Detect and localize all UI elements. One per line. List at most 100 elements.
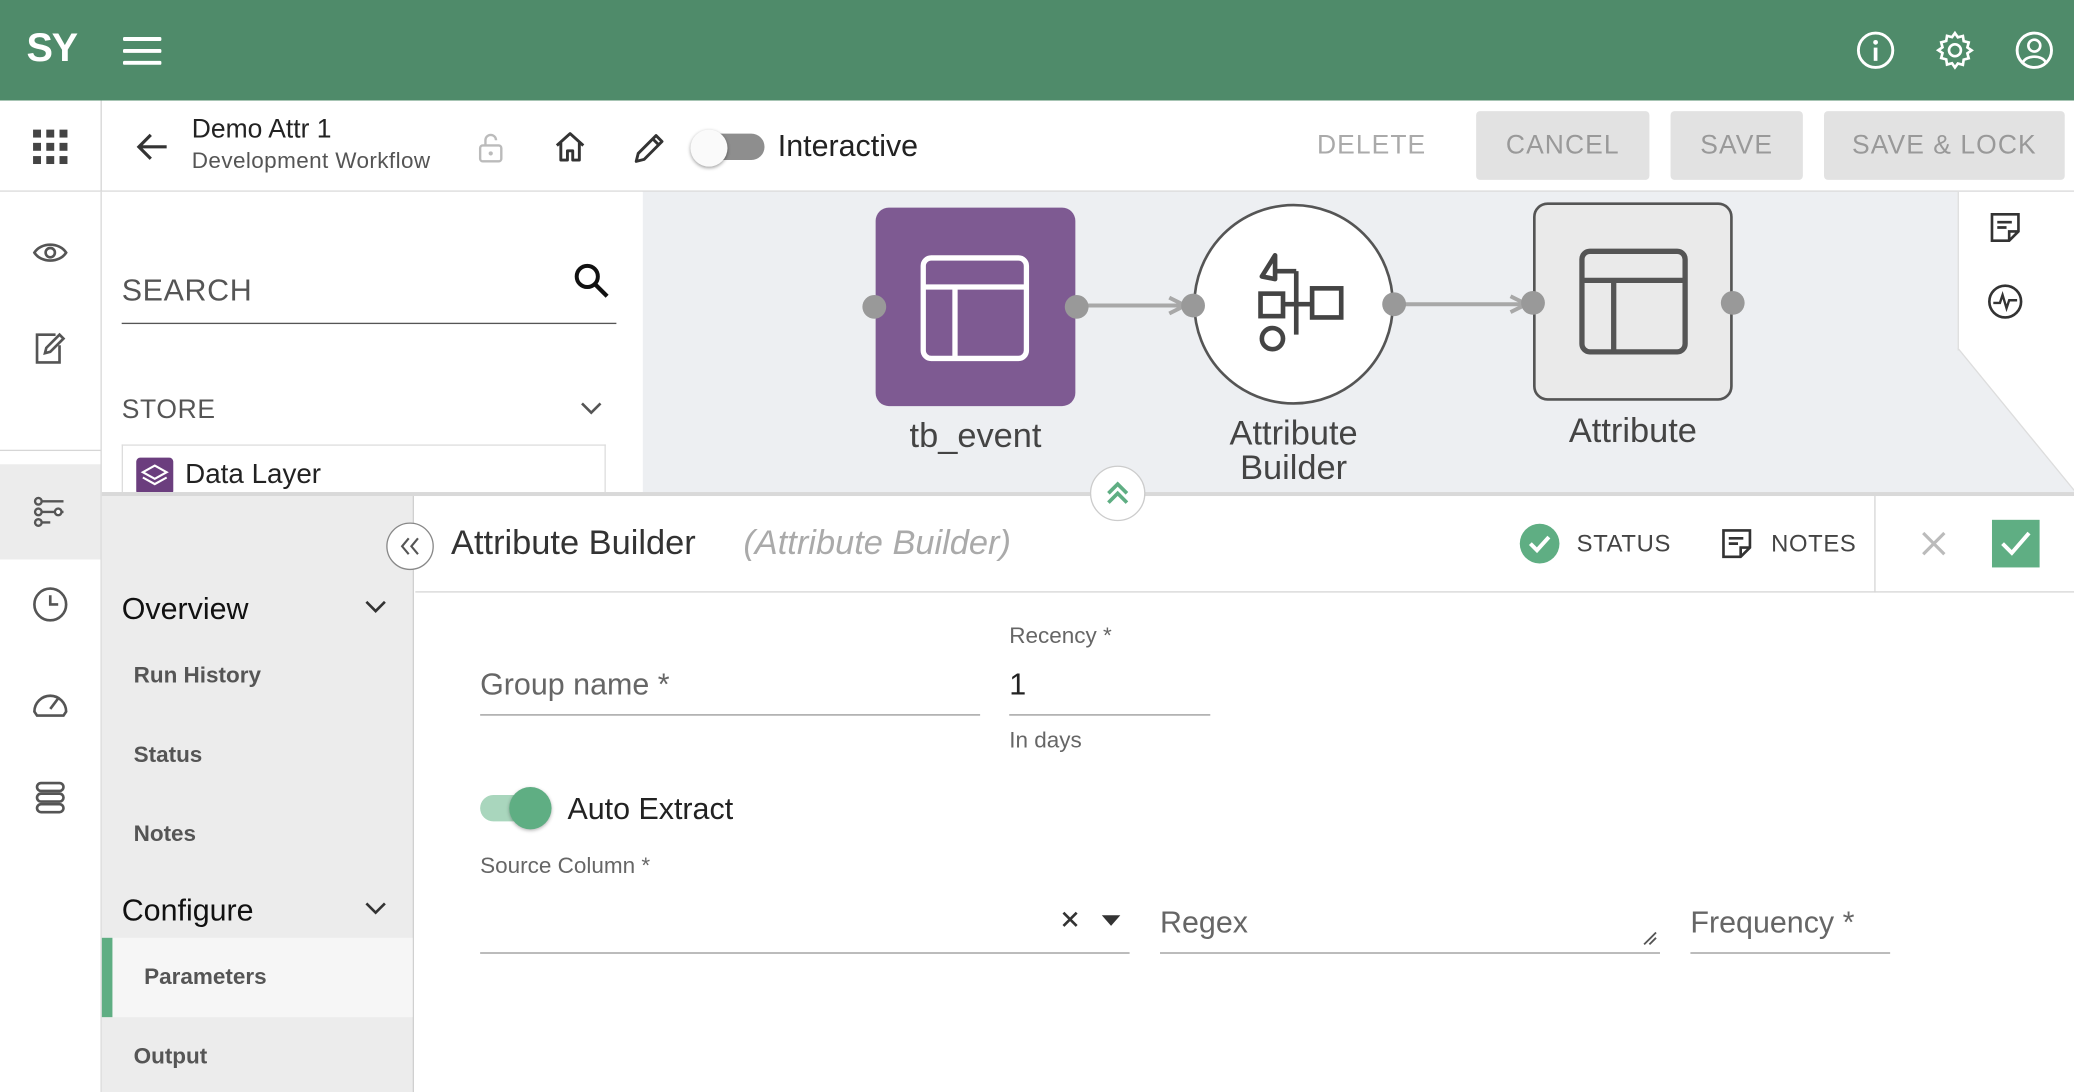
confirm-button[interactable] xyxy=(1991,519,2040,568)
status-label: STATUS xyxy=(1576,529,1672,557)
check-icon xyxy=(2001,531,2031,556)
nav-item-notes[interactable]: Notes xyxy=(102,795,413,874)
resize-handle-icon[interactable] xyxy=(1641,930,1657,946)
auto-extract-label: Auto Extract xyxy=(567,790,734,826)
rail-history-button[interactable] xyxy=(0,557,101,652)
hamburger-icon xyxy=(123,37,162,42)
source-column-select[interactable] xyxy=(480,888,1130,954)
hamburger-icon-line xyxy=(123,60,162,65)
app-logo[interactable]: SY xyxy=(26,26,78,71)
search-icon[interactable] xyxy=(571,261,611,301)
edge-connector xyxy=(1394,294,1531,314)
chevron-down-icon xyxy=(581,402,602,415)
panel-side-nav: Overview Run History Status Notes Config… xyxy=(101,496,415,1092)
rail-dashboard-button[interactable] xyxy=(0,655,101,750)
layers-icon xyxy=(136,457,174,493)
dropdown-arrow-icon[interactable] xyxy=(1100,914,1121,927)
clear-x-icon[interactable] xyxy=(1059,909,1080,930)
double-chevron-up-icon xyxy=(1107,481,1129,504)
collapse-panel-up-button[interactable] xyxy=(1089,465,1146,522)
auto-extract-toggle[interactable] xyxy=(480,787,554,830)
speedometer-icon xyxy=(33,694,68,717)
regex-input[interactable] xyxy=(1160,900,1660,954)
palette-item-data-layer[interactable]: Data Layer xyxy=(121,444,606,493)
recency-hint: In days xyxy=(1009,727,1082,753)
auto-extract-toggle-knob xyxy=(509,787,552,830)
interactive-label: Interactive xyxy=(777,128,919,163)
eye-icon xyxy=(32,243,68,262)
frequency-input[interactable] xyxy=(1690,900,1891,954)
settings-gear-icon[interactable] xyxy=(1934,29,1976,71)
group-name-input[interactable] xyxy=(480,662,981,716)
interactive-toggle[interactable] xyxy=(690,129,765,167)
left-rail xyxy=(0,191,102,1092)
panel-header: Attribute Builder (Attribute Builder) ST… xyxy=(415,496,2074,593)
canvas-side-fold xyxy=(1957,347,2074,492)
back-arrow-icon[interactable] xyxy=(132,127,172,167)
node-tb-event[interactable] xyxy=(862,207,1089,407)
collapse-nav-button[interactable] xyxy=(386,522,434,571)
panel-subtitle: (Attribute Builder) xyxy=(743,522,1011,563)
storage-stack-icon xyxy=(35,781,65,814)
canvas-side-tools xyxy=(1957,191,2074,351)
rail-view-button[interactable] xyxy=(0,205,101,300)
node-label: Attribute Builder xyxy=(1229,412,1358,487)
nav-section-overview[interactable]: Overview xyxy=(122,591,249,627)
nav-item-parameters[interactable]: Parameters xyxy=(101,937,413,1018)
rail-storage-button[interactable] xyxy=(0,750,101,845)
apps-launcher-button[interactable] xyxy=(0,100,102,192)
rail-divider xyxy=(0,449,101,452)
nav-item-output[interactable]: Output xyxy=(102,1017,413,1092)
node-config-panel: Overview Run History Status Notes Config… xyxy=(101,492,2074,1092)
palette-search-input[interactable] xyxy=(121,265,545,314)
delete-button[interactable]: DELETE xyxy=(1296,111,1447,180)
regex-field xyxy=(1160,888,1660,954)
notes-button[interactable]: NOTES xyxy=(1718,525,1856,562)
chevron-down-icon[interactable] xyxy=(364,901,388,917)
node-label: Attribute xyxy=(1568,410,1697,450)
store-label: STORE xyxy=(121,395,216,425)
nav-section-configure[interactable]: Configure xyxy=(122,893,254,929)
top-bar: SY xyxy=(0,0,2074,101)
double-chevron-left-icon xyxy=(400,537,419,555)
palette-search xyxy=(121,253,617,325)
save-and-lock-button[interactable]: SAVE & LOCK xyxy=(1824,111,2065,180)
store-section-header[interactable]: STORE xyxy=(122,390,611,430)
rail-edit-button[interactable] xyxy=(0,300,101,395)
apps-grid-icon xyxy=(33,128,68,164)
node-attribute-builder[interactable] xyxy=(1181,203,1407,405)
nav-item-run-history[interactable]: Run History xyxy=(102,636,413,715)
close-icon[interactable] xyxy=(1918,528,1950,560)
node-label: tb_event xyxy=(909,415,1042,456)
activity-pulse-icon[interactable] xyxy=(1987,283,2024,320)
palette-item-label: Data Layer xyxy=(185,458,322,490)
home-icon[interactable] xyxy=(553,130,587,164)
notes-icon[interactable] xyxy=(1987,209,2024,246)
node-attribute[interactable] xyxy=(1521,202,1745,401)
frequency-field xyxy=(1690,888,1891,954)
rail-workflow-button[interactable] xyxy=(0,464,101,560)
account-icon[interactable] xyxy=(2013,29,2055,71)
edit-pencil-icon[interactable] xyxy=(631,130,668,167)
nav-item-status[interactable]: Status xyxy=(102,716,413,795)
workflow-subtitle: Development Workflow xyxy=(191,148,431,174)
unlock-icon[interactable] xyxy=(476,132,505,164)
main-menu-button[interactable] xyxy=(123,37,162,66)
clock-icon xyxy=(33,587,68,622)
notes-icon xyxy=(1722,529,1752,559)
notes-label: NOTES xyxy=(1771,529,1857,557)
info-icon[interactable] xyxy=(1854,29,1896,71)
header-divider xyxy=(1874,496,1876,593)
edit-document-icon xyxy=(35,332,66,364)
group-name-field xyxy=(480,649,981,716)
recency-input[interactable] xyxy=(1009,662,1211,716)
interactive-toggle-knob xyxy=(690,129,728,167)
edge-connector xyxy=(1075,295,1190,316)
status-button[interactable]: STATUS xyxy=(1518,522,1671,564)
source-column-input[interactable] xyxy=(480,900,1130,954)
workflow-title: Demo Attr 1 xyxy=(191,115,332,145)
save-button[interactable]: SAVE xyxy=(1670,111,1803,180)
workflow-canvas[interactable]: tb_event Attribute Builder Attribute xyxy=(642,191,2074,493)
cancel-button[interactable]: CANCEL xyxy=(1476,111,1650,180)
chevron-down-icon[interactable] xyxy=(364,599,388,615)
